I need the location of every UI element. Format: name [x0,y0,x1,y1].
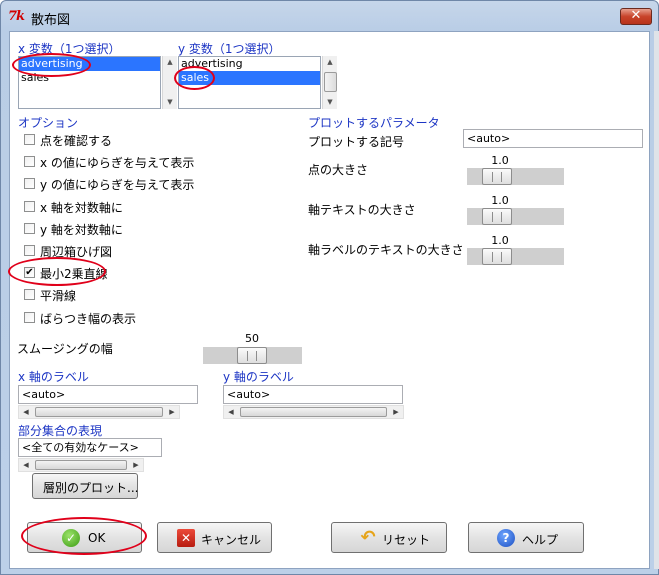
scroll-up-icon[interactable]: ▲ [323,56,337,69]
scroll-down-icon[interactable]: ▼ [323,96,337,109]
checkbox-x-log-axis[interactable] [24,200,35,212]
x-axis-label-entry[interactable]: <auto> [18,385,198,404]
plot-symbol-entry[interactable]: <auto> [463,129,643,148]
checkbox-label-y-log-axis: y 軸を対数軸に [40,222,123,237]
checkbox-label-y-jitter: y の値にゆらぎを与えて表示 [40,178,195,193]
slider-thumb[interactable] [482,208,512,225]
axis-text-size-slider[interactable] [467,208,564,225]
checkbox-x-jitter[interactable] [24,156,35,168]
x-variable-label: x 変数（1つ選択） [18,42,121,56]
scroll-thumb[interactable] [240,407,387,417]
cancel-x-icon: ✕ [177,529,195,547]
x-variable-item-sales[interactable]: sales [19,71,160,85]
close-icon: ✕ [630,8,642,23]
x-variable-item-advertising[interactable]: advertising [19,57,160,71]
checkbox-label-x-log-axis: x 軸を対数軸に [40,200,123,215]
scroll-up-icon[interactable]: ▲ [163,56,177,69]
scroll-left-icon[interactable]: ◀ [19,459,33,471]
ok-button[interactable]: ✓ OK [27,522,142,553]
point-size-label: 点の大きさ [308,163,369,177]
checkbox-label-marginal-boxplots: 周辺箱ひげ図 [40,245,113,259]
scroll-right-icon[interactable]: ▶ [129,459,143,471]
cancel-button[interactable]: ✕ キャンセル [157,522,272,553]
axis-text-size-value: 1.0 [491,194,509,207]
slider-thumb[interactable] [482,168,512,185]
dialog-body: x 変数（1つ選択） advertising sales ▲ ▼ y 変数（1つ… [9,31,650,569]
subset-entry[interactable]: <全ての有効なケース> [18,438,162,457]
scroll-left-icon[interactable]: ◀ [224,406,238,418]
scroll-down-icon[interactable]: ▼ [163,96,177,109]
checkbox-label-least-squares-line: 最小2乗直線 [40,267,108,282]
reset-button[interactable]: ↶ リセット [331,522,447,553]
axis-text-size-label: 軸テキストの大きさ [308,203,416,217]
checkbox-spread-display[interactable] [24,311,35,323]
y-axis-label-caption: y 軸のラベル [223,370,294,384]
options-group-label: オプション [18,116,79,130]
close-button[interactable]: ✕ [620,8,652,25]
checkbox-y-jitter[interactable] [24,178,35,190]
help-button[interactable]: ? ヘルプ [468,522,584,553]
checkbox-label-confirm-points: 点を確認する [40,134,113,148]
point-size-value: 1.0 [491,154,509,167]
scroll-thumb[interactable] [35,460,127,470]
help-question-icon: ? [497,529,515,547]
scroll-right-icon[interactable]: ▶ [389,406,403,418]
checkbox-smooth-line[interactable] [24,289,35,301]
smoothing-span-value: 50 [245,332,259,345]
checkbox-label-x-jitter: x の値にゆらぎを与えて表示 [40,156,195,171]
checkbox-y-log-axis[interactable] [24,222,35,234]
window-edge-scrollbar [654,31,659,569]
axis-label-text-size-slider[interactable] [467,248,564,265]
scroll-right-icon[interactable]: ▶ [165,406,179,418]
x-axis-label-scrollbar[interactable]: ◀ ▶ [18,405,180,419]
cancel-button-label: キャンセル [201,533,262,547]
y-variable-item-advertising[interactable]: advertising [179,57,320,71]
point-size-slider[interactable] [467,168,564,185]
reset-button-label: リセット [382,533,431,547]
smoothing-span-label: スムージングの幅 [17,342,113,356]
window-title: 散布図 [31,13,71,28]
checkbox-label-spread-display: ばらつき幅の表示 [40,311,137,326]
smoothing-span-slider[interactable] [203,347,302,364]
scroll-left-icon[interactable]: ◀ [19,406,33,418]
plot-params-group-label: プロットするパラメータ [308,116,440,130]
subset-scrollbar[interactable]: ◀ ▶ [18,458,144,472]
y-variable-item-sales[interactable]: sales [179,71,320,85]
scroll-thumb[interactable] [35,407,163,417]
undo-arrow-icon: ↶ [360,527,376,548]
x-variable-listbox[interactable]: advertising sales [18,56,161,109]
slider-thumb[interactable] [482,248,512,265]
subset-label: 部分集合の表現 [18,424,103,438]
checkbox-marginal-boxplots[interactable] [24,245,35,256]
axis-label-text-size-label: 軸ラベルのテキストの大きさ [308,243,464,257]
checkbox-label-smooth-line: 平滑線 [40,289,77,304]
ok-button-label: OK [88,531,106,545]
title-bar[interactable]: 7k 散布図 ✕ [1,1,658,31]
stratified-plot-button[interactable]: 層別のプロット... [32,473,138,499]
y-axis-label-entry[interactable]: <auto> [223,385,403,404]
plot-symbol-label: プロットする記号 [308,135,405,149]
rcmdr-app-icon: 7k [8,9,25,24]
checkbox-least-squares-line[interactable]: ✔ [24,267,35,279]
checkbox-confirm-points[interactable] [24,134,35,145]
y-variable-scrollbar[interactable]: ▲ ▼ [322,56,337,109]
x-axis-label-caption: x 軸のラベル [18,370,89,384]
y-variable-listbox[interactable]: advertising sales [178,56,321,109]
help-button-label: ヘルプ [522,533,559,547]
x-variable-scrollbar[interactable]: ▲ ▼ [162,56,177,109]
y-variable-label: y 変数（1つ選択） [178,42,281,56]
stratified-plot-button-label: 層別のプロット... [43,481,139,495]
scroll-thumb[interactable] [324,72,337,92]
slider-thumb[interactable] [237,347,267,364]
axis-label-text-size-value: 1.0 [491,234,509,247]
dialog-window: 7k 散布図 ✕ x 変数（1つ選択） advertising sales ▲ … [0,0,659,575]
y-axis-label-scrollbar[interactable]: ◀ ▶ [223,405,404,419]
checkmark-icon: ✓ [62,529,80,547]
